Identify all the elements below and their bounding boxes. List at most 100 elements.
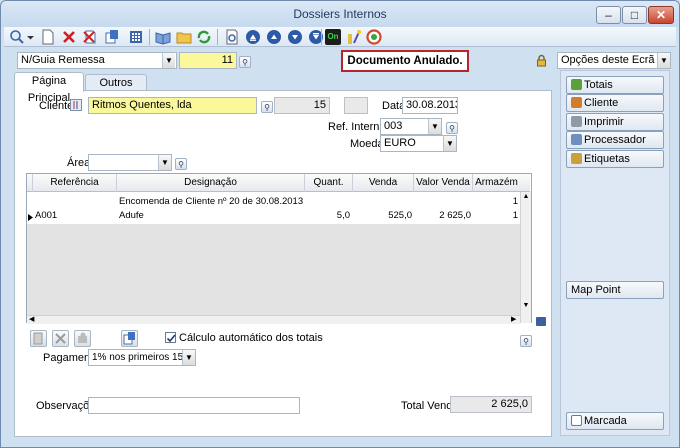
on-toggle-icon[interactable]: On <box>325 29 341 45</box>
text-processor-icon <box>571 134 582 145</box>
ref-interna-label: Ref. Interna <box>328 121 386 133</box>
data-input[interactable]: 30.08.2013 <box>402 97 458 114</box>
chevron-down-icon[interactable]: ▼ <box>162 53 175 68</box>
delete-icon[interactable] <box>61 29 77 45</box>
observacoes-input[interactable] <box>88 397 300 414</box>
grid-cell-quant[interactable]: 5,0 <box>305 209 350 222</box>
refresh-icon[interactable] <box>196 29 212 45</box>
new-document-icon[interactable] <box>40 29 56 45</box>
etiquetas-label: Etiquetas <box>584 153 630 165</box>
search-icon[interactable]: ⚲ <box>239 56 251 68</box>
grid-cell-armazem[interactable]: 1 <box>473 209 518 222</box>
search-icon[interactable]: ⚲ <box>175 158 187 170</box>
delete-line-button[interactable] <box>52 330 69 347</box>
column-header-valor-venda[interactable]: Valor Venda <box>414 174 473 192</box>
status-badge: Documento Anulado. <box>341 50 469 72</box>
open-book-icon[interactable] <box>155 29 171 45</box>
chevron-down-icon[interactable]: ▼ <box>158 155 171 170</box>
column-header-quant[interactable]: Quant. <box>305 174 353 192</box>
chevron-down-icon[interactable]: ▼ <box>182 350 195 365</box>
grid-horizontal-scrollbar[interactable] <box>27 315 520 324</box>
lock-icon <box>536 54 547 67</box>
grid-settings-icon[interactable] <box>536 317 546 326</box>
dropdown-arrow-icon[interactable] <box>26 29 35 45</box>
cancel-document-icon[interactable] <box>82 29 98 45</box>
pagamento-select[interactable]: 1% nos primeiros 15 dias <box>88 349 196 366</box>
duplicate-line-button[interactable] <box>121 330 138 347</box>
cliente-input[interactable]: Ritmos Quentes, lda <box>88 97 257 114</box>
search-icon[interactable]: ⚲ <box>261 101 273 113</box>
grid-empty-area <box>27 224 520 315</box>
cliente-number: 15 <box>274 97 330 114</box>
grid-cell-designacao[interactable]: Adufe <box>119 209 305 222</box>
calc-auto-label: Cálculo automático dos totais <box>179 332 323 344</box>
toolbar-separator <box>149 29 150 45</box>
add-line-button[interactable] <box>30 330 47 347</box>
toolbar-separator <box>321 29 322 45</box>
previous-record-icon[interactable] <box>266 29 282 45</box>
chevron-down-icon[interactable]: ▼ <box>443 136 456 151</box>
pagamento-value: 1% nos primeiros 15 dias <box>92 352 196 363</box>
printer-icon <box>571 116 582 127</box>
area-label: Área <box>67 157 91 169</box>
duplicate-icon[interactable] <box>104 29 120 45</box>
marcada-button[interactable]: Marcada <box>566 412 664 430</box>
column-header-designacao[interactable]: Designação <box>117 174 305 192</box>
maximize-button[interactable]: □ <box>622 6 647 24</box>
labels-icon <box>571 153 582 164</box>
column-header-referencia[interactable]: Referência <box>33 174 117 192</box>
map-point-button[interactable]: Map Point <box>566 281 664 299</box>
scroll-down-icon[interactable]: ▼ <box>522 302 530 310</box>
folder-icon[interactable] <box>176 29 192 45</box>
etiquetas-button[interactable]: Etiquetas <box>566 150 664 168</box>
totais-label: Totais <box>584 79 613 91</box>
row-pointer-icon <box>28 212 33 221</box>
totals-icon <box>571 79 582 90</box>
scroll-right-icon[interactable]: ▶ <box>511 315 519 324</box>
doc-type-select[interactable]: N/Guia Remessa <box>17 52 177 69</box>
processador-texto-button[interactable]: Processador Texto <box>566 131 664 162</box>
scroll-left-icon[interactable]: ◀ <box>29 315 37 324</box>
search-icon[interactable]: ⚲ <box>446 122 458 134</box>
grid-cell-referencia[interactable]: A001 <box>35 209 115 222</box>
print-preview-icon[interactable] <box>224 29 240 45</box>
grid-cell-designacao[interactable]: Encomenda de Cliente nº 20 de 30.08.2013 <box>119 195 305 208</box>
cliente-button[interactable]: Cliente <box>566 94 664 112</box>
minimize-button[interactable]: – <box>596 6 621 24</box>
grid-cell-valor-venda[interactable]: 2 625,0 <box>414 209 471 222</box>
doc-number-input[interactable]: 11 <box>179 52 237 69</box>
chevron-down-icon[interactable]: ▼ <box>428 119 441 134</box>
help-icon[interactable] <box>366 29 382 45</box>
wizard-icon[interactable] <box>346 29 362 45</box>
doc-type-value: N/Guia Remessa <box>21 54 105 66</box>
cliente-button-label: Cliente <box>584 97 619 109</box>
client-card-icon[interactable] <box>70 99 82 111</box>
moeda-label: Moeda <box>350 138 384 150</box>
search-icon[interactable]: ⚲ <box>520 335 532 347</box>
grid-cell-armazem[interactable]: 1 <box>473 195 518 208</box>
column-header-armazem[interactable]: Armazém <box>473 174 520 192</box>
window-title: Dossiers Internos <box>293 7 387 21</box>
grid-cell-venda[interactable]: 525,0 <box>353 209 412 222</box>
column-header-venda[interactable]: Venda <box>353 174 414 192</box>
stamp-button[interactable] <box>74 330 91 347</box>
calc-auto-checkbox[interactable] <box>165 332 176 343</box>
first-record-icon[interactable] <box>245 29 261 45</box>
totais-button[interactable]: Totais <box>566 76 664 94</box>
client-icon <box>571 97 582 108</box>
tab-outros-dados[interactable]: Outros Dados <box>85 74 147 106</box>
close-button[interactable]: ✕ <box>648 6 674 24</box>
options-value: Opções deste Ecrã <box>561 54 655 66</box>
scroll-up-icon[interactable]: ▲ <box>522 193 530 201</box>
marcada-label: Marcada <box>584 415 627 427</box>
calculator-icon[interactable] <box>128 29 144 45</box>
chevron-down-icon[interactable]: ▼ <box>657 53 670 68</box>
imprimir-button[interactable]: Imprimir <box>566 113 664 131</box>
next-record-icon[interactable] <box>287 29 303 45</box>
ref-interna-value: 003 <box>384 120 403 132</box>
options-select[interactable]: Opções deste Ecrã <box>557 52 671 69</box>
marcada-checkbox-icon <box>571 415 582 426</box>
cliente-extra-field <box>344 97 368 114</box>
search-icon[interactable] <box>9 29 25 45</box>
tab-pagina-principal[interactable]: Página Principal <box>14 72 84 104</box>
